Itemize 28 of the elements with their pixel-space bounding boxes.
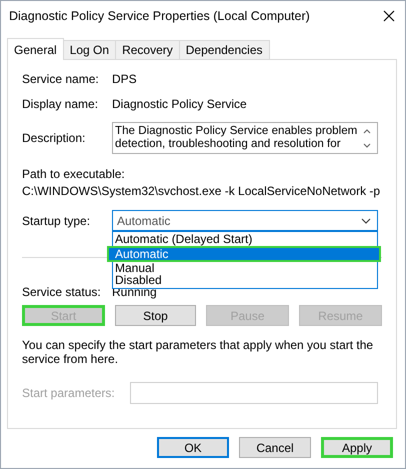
startup-type-dropdown[interactable]: Automatic [112,210,378,231]
service-button[interactable]: Stop [115,305,196,326]
tab[interactable]: Log On [62,40,116,59]
path-text: C:\WINDOWS\System32\svchost.exe -k LocalServiceNoNetwork -p [22,184,382,198]
chevron-down-icon [361,218,371,224]
field-label: Display name: [22,97,100,111]
scroll-up-icon[interactable] [363,128,371,134]
dialog-button[interactable]: Apply [321,437,393,458]
field-value: DPS [112,72,137,86]
field-label: Description: [22,131,86,145]
tab[interactable]: Recovery [115,40,180,59]
scroll-down-icon[interactable] [363,142,371,148]
tab[interactable]: Dependencies [178,40,270,59]
window-title: Diagnostic Policy Service Properties (Local Computer) [9,9,310,23]
field-label: Path to executable: [22,167,126,181]
field-value: Running [112,285,157,299]
start-parameters-note: You can specify the start parameters that apply when you start the service from here. [22,338,374,366]
field-label: Service name: [22,72,100,86]
field-label: Startup type: [22,214,92,228]
description-box[interactable]: The Diagnostic Policy Service enables problem detection, troubleshooting and resolution for [112,122,378,154]
close-icon[interactable] [383,10,395,22]
tab[interactable]: General [7,38,64,60]
field-value: Diagnostic Policy Service [112,97,247,111]
dialog-button[interactable]: OK [157,437,229,458]
dropdown-option[interactable]: Automatic [107,246,381,262]
dialog-button[interactable]: Cancel [239,437,311,458]
field-label: Service status: [22,285,102,299]
field-label: Start parameters: [22,386,116,400]
